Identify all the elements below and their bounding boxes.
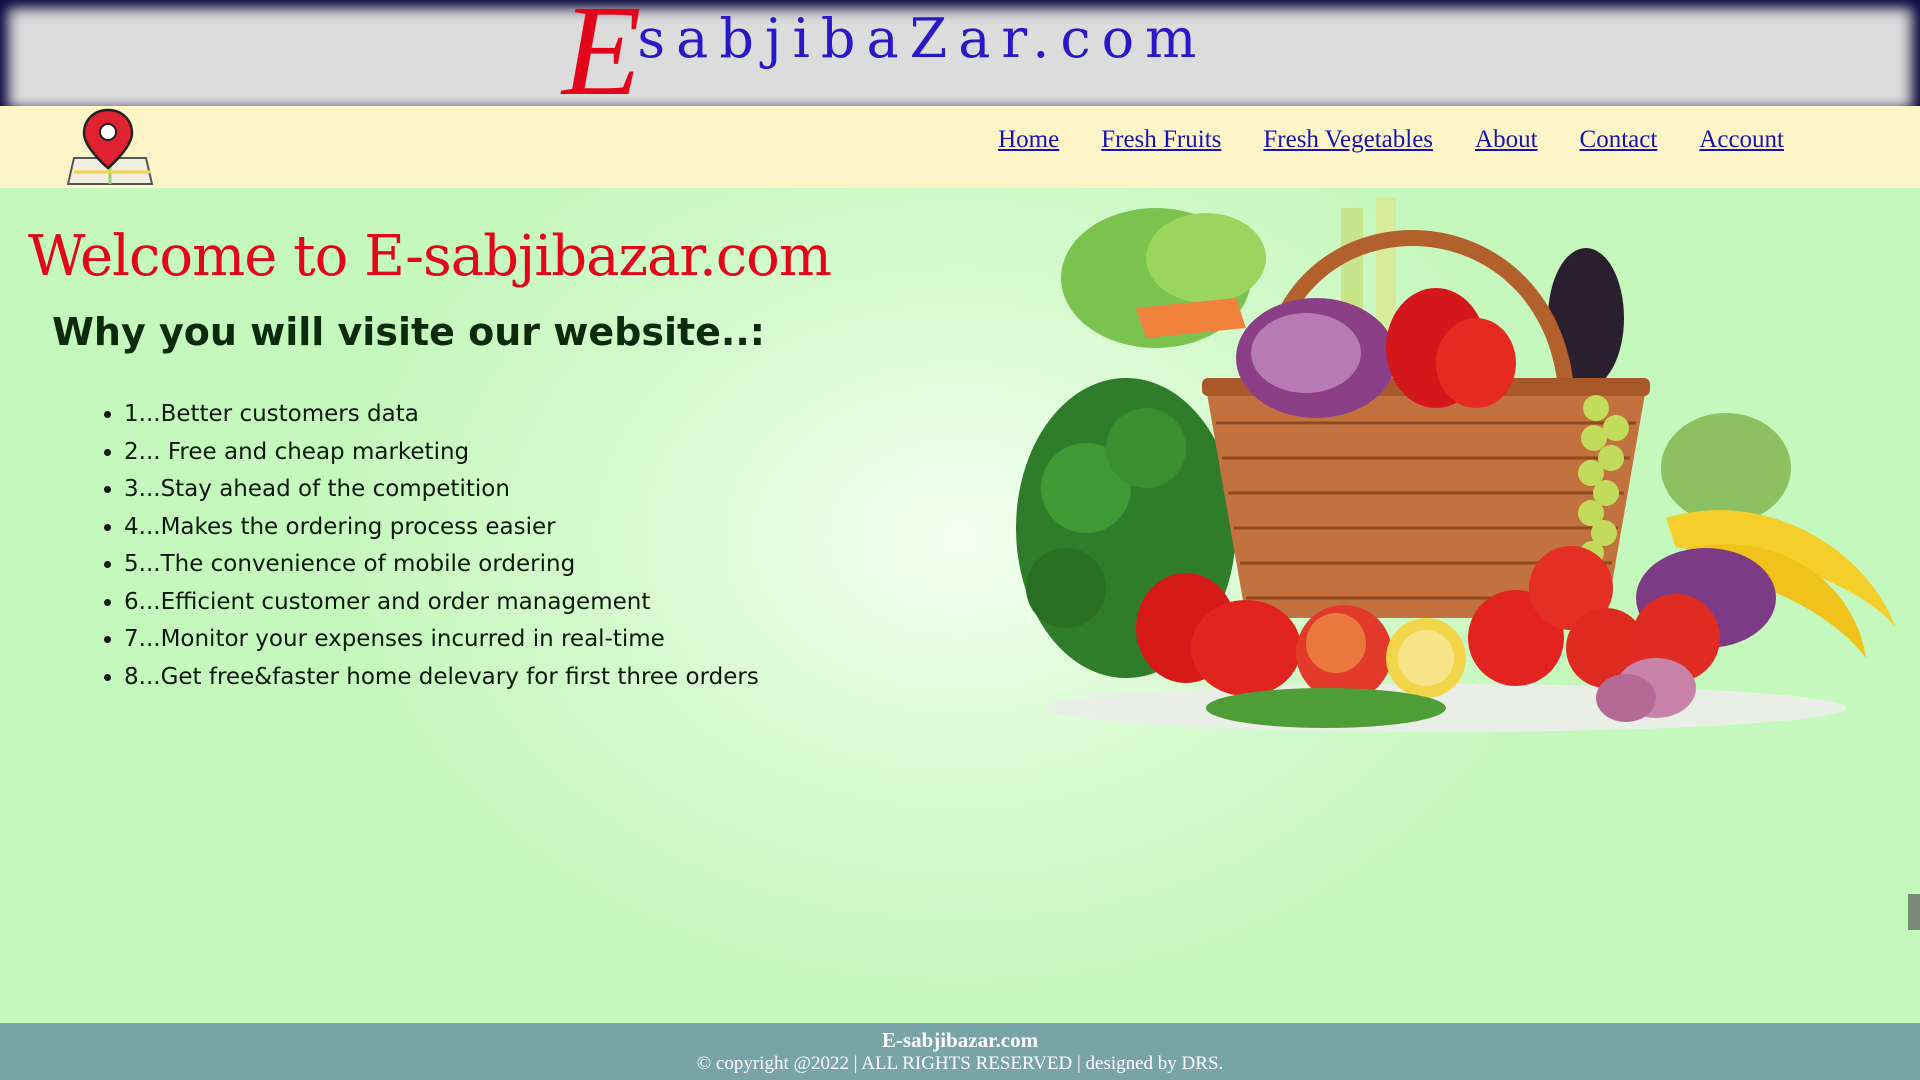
list-item: 2... Free and cheap marketing	[124, 434, 759, 472]
logo-text: sabjibaZar.com	[637, 7, 1208, 70]
reasons-list: 1...Better customers data 2... Free and …	[98, 396, 759, 696]
list-item: 6...Efficient customer and order managem…	[124, 584, 759, 622]
list-item: 1...Better customers data	[124, 396, 759, 434]
footer-title: E-sabjibazar.com	[881, 1028, 1039, 1052]
nav-link-contact[interactable]: Contact	[1580, 126, 1658, 154]
list-item: 3...Stay ahead of the competition	[124, 471, 759, 509]
footer: E-sabjibazar.com © copyright @2022 | ALL…	[0, 1023, 1920, 1080]
site-logo[interactable]: E sabjibaZar.com	[562, 0, 1208, 123]
top-banner: E sabjibaZar.com	[0, 0, 1920, 116]
nav-link-home[interactable]: Home	[998, 126, 1059, 154]
welcome-heading: Welcome to E-sabjibazar.com	[28, 224, 832, 289]
list-item: 5...The convenience of mobile ordering	[124, 546, 759, 584]
scrollbar-thumb[interactable]	[1908, 894, 1920, 930]
map-pin-icon[interactable]	[64, 106, 156, 188]
list-item: 4...Makes the ordering process easier	[124, 509, 759, 547]
logo-initial: E	[562, 0, 642, 123]
list-item: 7...Monitor your expenses incurred in re…	[124, 621, 759, 659]
nav-link-fresh-vegetables[interactable]: Fresh Vegetables	[1263, 126, 1433, 154]
why-heading: Why you will visite our website..:	[52, 310, 766, 354]
nav-bar: Home Fresh Fruits Fresh Vegetables About…	[0, 106, 1920, 188]
main-nav: Home Fresh Fruits Fresh Vegetables About…	[998, 126, 1784, 154]
main-content: Welcome to E-sabjibazar.com Why you will…	[0, 188, 1920, 1023]
nav-link-fresh-fruits[interactable]: Fresh Fruits	[1101, 126, 1221, 154]
vegetable-basket-illustration	[1016, 198, 1896, 732]
nav-link-about[interactable]: About	[1475, 126, 1538, 154]
list-item: 8...Get free&faster home delevary for fi…	[124, 659, 759, 697]
footer-copyright: © copyright @2022 | ALL RIGHTS RESERVED …	[696, 1053, 1224, 1074]
nav-link-account[interactable]: Account	[1699, 126, 1784, 154]
